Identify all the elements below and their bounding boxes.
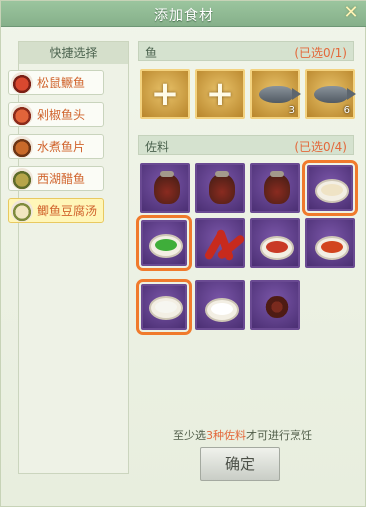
fish-section-header: 鱼 (已选0/1) — [138, 41, 354, 61]
item-quantity: 3 — [288, 105, 295, 116]
seasoning-item[interactable] — [250, 280, 300, 330]
sidebar-item-chili-fish-head[interactable]: 剁椒鱼头 — [8, 102, 104, 127]
seasoning-item[interactable] — [195, 163, 245, 213]
seasoning-section-header: 佐料 (已选0/4) — [138, 135, 354, 155]
sidebar-item-label: 剁椒鱼头 — [37, 108, 86, 122]
sidebar-item-label: 西湖醋鱼 — [37, 172, 86, 186]
plus-icon: + — [150, 74, 180, 114]
seasoning-item-highlighted[interactable] — [302, 160, 358, 216]
section-count: (已选0/4) — [294, 140, 347, 154]
item-quantity: 6 — [343, 105, 350, 116]
section-name: 佐料 — [145, 140, 170, 154]
dish-icon — [11, 103, 33, 126]
hint-suffix: 才可进行烹饪 — [246, 429, 312, 442]
sidebar-item-west-lake-fish[interactable]: 西湖醋鱼 — [8, 166, 104, 191]
sidebar-item-crucian-tofu-soup[interactable]: 鲫鱼豆腐汤 — [8, 198, 104, 223]
dish-icon — [11, 167, 33, 190]
sidebar-item-label: 鲫鱼豆腐汤 — [37, 204, 98, 218]
tofu-bowl-icon — [149, 296, 183, 320]
section-name: 鱼 — [145, 46, 158, 60]
window-title: 添加食材 — [154, 8, 214, 24]
seasoning-item[interactable] — [195, 218, 246, 268]
seasoning-item[interactable] — [250, 218, 300, 268]
seasoning-item[interactable] — [140, 163, 190, 213]
seasoning-item-highlighted[interactable] — [136, 279, 192, 335]
section-count: (已选0/1) — [294, 46, 347, 60]
sauce-jar-icon — [264, 171, 290, 204]
sidebar-item-boiled-fish[interactable]: 水煮鱼片 — [8, 134, 104, 159]
seasoning-item-highlighted[interactable] — [136, 215, 192, 271]
flour-bowl-icon — [315, 179, 349, 203]
add-ingredients-panel: 添加食材 ✕ 快捷选择 松鼠鳜鱼 剁椒鱼头 水煮鱼片 西湖醋鱼 鲫鱼豆腐汤 鱼 … — [0, 0, 366, 507]
dish-icon — [11, 71, 33, 94]
sidebar-item-label: 水煮鱼片 — [37, 140, 86, 154]
fish-slot-empty[interactable]: + — [140, 69, 190, 119]
close-icon[interactable]: ✕ — [341, 3, 361, 23]
sidebar-header: 快捷选择 — [19, 42, 128, 64]
selection-hint: 至少选3种佐料才可进行烹饪 — [173, 427, 312, 443]
sauce-jar-icon — [154, 171, 180, 204]
seasoning-item[interactable] — [250, 163, 300, 213]
sidebar-item-squirrel-fish[interactable]: 松鼠鳜鱼 — [8, 70, 104, 95]
fish-slot-empty[interactable]: + — [195, 69, 245, 119]
seasoning-item[interactable] — [305, 218, 355, 268]
seasoning-item[interactable] — [195, 280, 245, 330]
sugar-bowl-icon — [205, 298, 239, 322]
sauce-jar-icon — [209, 171, 235, 204]
fish-icon — [259, 86, 301, 103]
confirm-button[interactable]: 确定 — [200, 447, 280, 481]
dish-icon — [11, 135, 33, 158]
dish-icon — [11, 199, 33, 222]
plus-icon: + — [205, 74, 235, 114]
fish-slot[interactable]: 6 — [305, 69, 356, 119]
title-bar: 添加食材 ✕ — [1, 1, 366, 27]
scallion-bowl-icon — [149, 234, 183, 258]
chili-sauce-bowl-icon — [260, 236, 294, 260]
chili-oil-bowl-icon — [315, 236, 349, 260]
hint-prefix: 至少选 — [173, 429, 206, 442]
fish-icon — [314, 86, 356, 103]
sidebar-item-label: 松鼠鳜鱼 — [37, 76, 86, 90]
hint-emphasis: 3种佐料 — [206, 429, 246, 442]
sichuan-pepper-icon — [262, 296, 292, 318]
fish-slot[interactable]: 3 — [250, 69, 301, 119]
